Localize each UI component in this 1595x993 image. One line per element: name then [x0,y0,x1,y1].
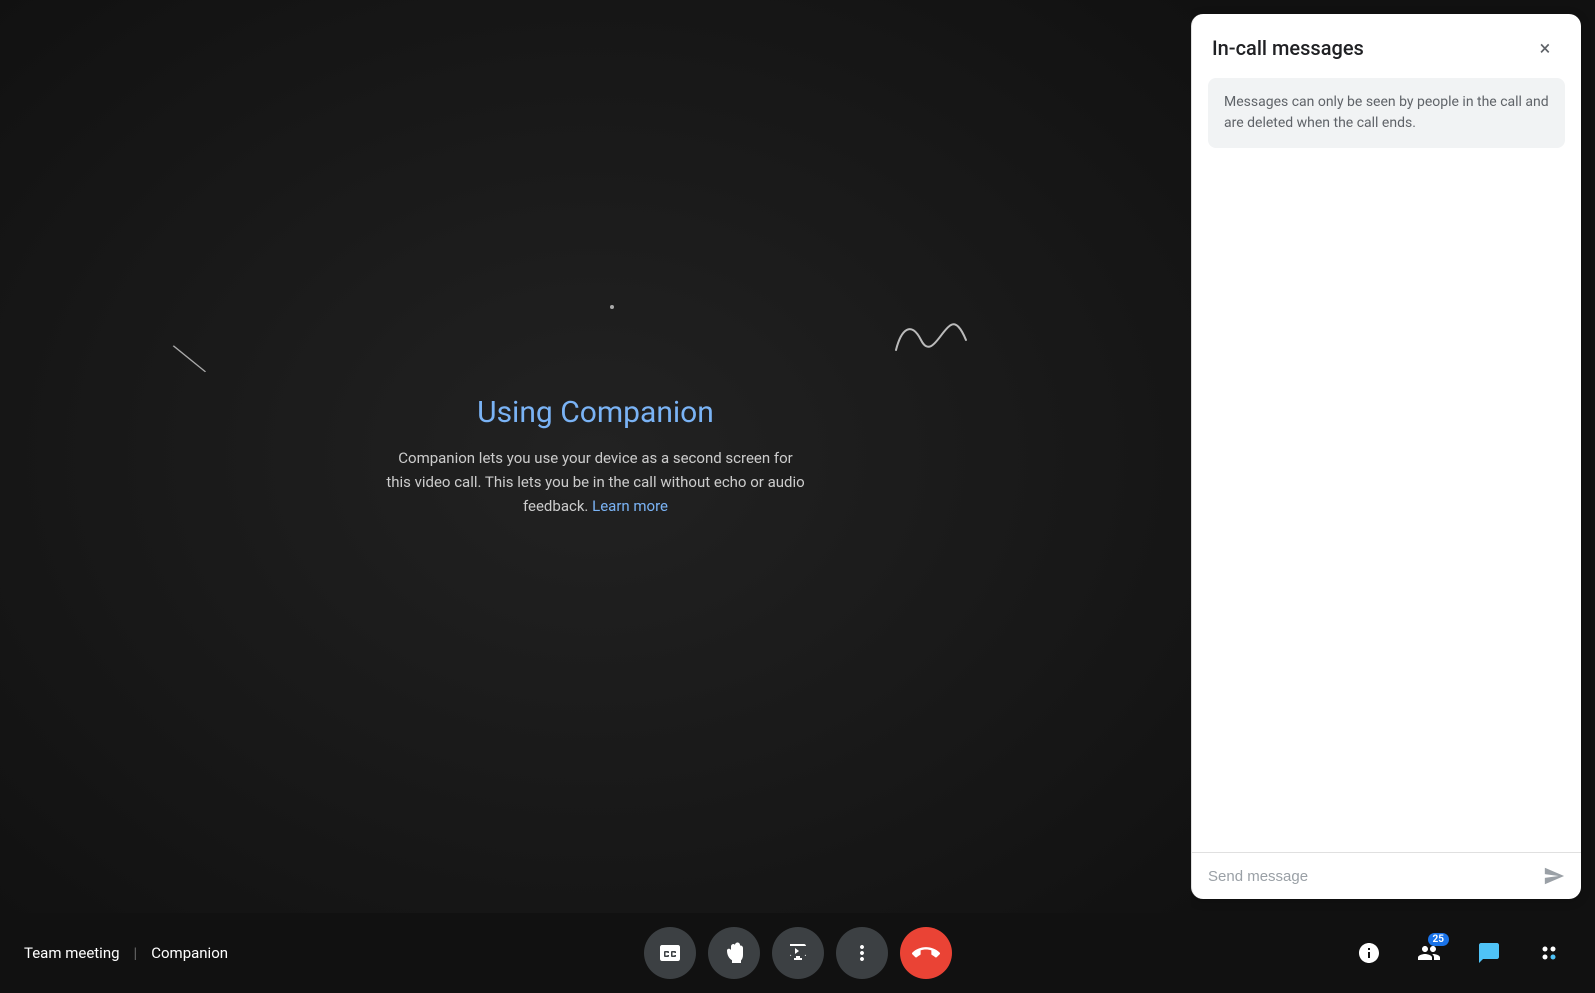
captions-button[interactable] [644,927,696,979]
meeting-info-button[interactable] [1347,931,1391,975]
activities-button[interactable] [1527,931,1571,975]
panel-input-area [1192,852,1581,899]
companion-title: Using Companion [386,395,806,430]
panel-info-box: Messages can only be seen by people in t… [1208,78,1565,148]
present-button[interactable] [772,927,824,979]
meeting-title: Team meeting [24,944,120,962]
deco-dot [610,305,614,309]
panel-close-button[interactable]: × [1529,32,1561,64]
panel-header: In-call messages × [1192,14,1581,78]
center-content: Using Companion Companion lets you use y… [386,395,806,518]
bottom-center-controls [644,927,952,979]
bottom-bar: Team meeting | Companion [0,913,1595,993]
panel-title: In-call messages [1212,36,1364,60]
send-message-input[interactable] [1208,868,1535,885]
people-button[interactable]: 25 [1407,931,1451,975]
bottom-right-controls: 25 [1347,931,1571,975]
learn-more-link[interactable]: Learn more [592,497,668,515]
bottom-left: Team meeting | Companion [24,944,228,962]
panel-messages-area [1192,164,1581,852]
separator: | [134,944,138,962]
chat-button[interactable] [1467,931,1511,975]
send-button[interactable] [1543,865,1565,887]
incall-panel: In-call messages × Messages can only be … [1191,14,1581,899]
main-area: \ Using Companion Companion lets you use… [0,0,1595,913]
raise-hand-button[interactable] [708,927,760,979]
people-badge: 25 [1428,933,1449,946]
companion-label: Companion [151,944,228,962]
video-area: \ Using Companion Companion lets you use… [0,0,1191,913]
deco-signature [891,310,971,370]
end-call-button[interactable] [900,927,952,979]
more-options-button[interactable] [836,927,888,979]
companion-description: Companion lets you use your device as a … [386,446,806,518]
deco-slash: \ [167,329,212,389]
